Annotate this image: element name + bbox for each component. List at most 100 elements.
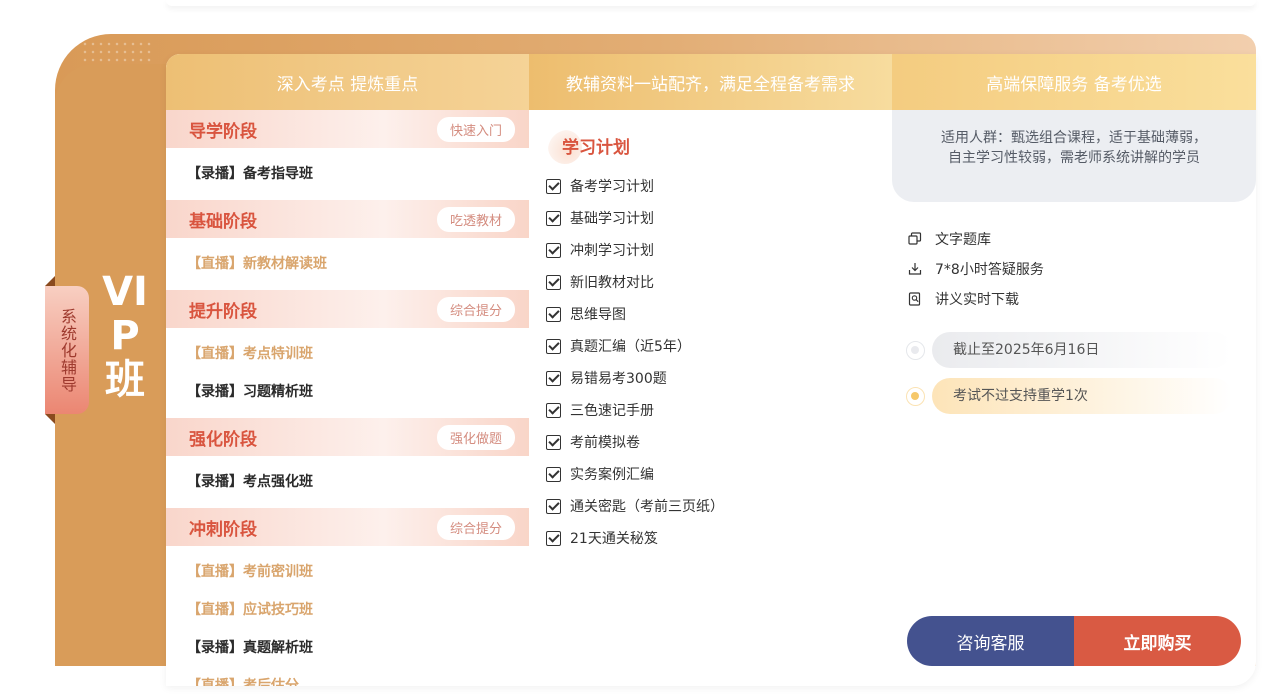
service-column-header: 高端保障服务 备考优选	[892, 54, 1256, 110]
stage-name: 导学阶段	[189, 121, 257, 142]
system-tutoring-tag: 系统化辅导	[45, 286, 89, 414]
materials-column-title: 教辅资料一站配齐，满足全程备考需求	[566, 74, 855, 95]
stage-header: 基础阶段 吃透教材	[166, 200, 529, 238]
service-item: 7*8小时答疑服务	[908, 254, 1256, 284]
checklist-item: 备考学习计划	[546, 170, 718, 202]
package-panel: 深入考点 提炼重点 导学阶段 快速入门【录播】备考指导班【直播】入门直播班基础阶段…	[166, 54, 1256, 686]
recorded-course-link[interactable]: 【录播】考点强化班	[187, 463, 359, 501]
checkbox-checked-icon	[546, 242, 561, 258]
checklist-item-label: 实务案例汇编	[570, 467, 654, 483]
recorded-course-link[interactable]: 【录播】习题精析班	[187, 373, 359, 411]
checklist-item: 易错易考300题	[546, 362, 718, 394]
checklist-item-label: 新旧教材对比	[570, 275, 654, 291]
live-course-link[interactable]: 【直播】考点特训班	[187, 335, 359, 373]
checklist-item: 真题汇编（近5年）	[546, 330, 886, 362]
materials-column: 教辅资料一站配齐，满足全程备考需求 学习计划 备考学习计划基础学习计划 冲刺学习计…	[529, 54, 892, 686]
recorded-course-link[interactable]: 【录播】备考指导班	[187, 155, 359, 193]
live-course-link[interactable]: 【直播】新教材解读班	[187, 245, 359, 283]
checklist-item-label: 21天通关秘笈	[570, 531, 658, 547]
stage-course-list: 【直播】考前密训班 【直播】应试技巧班 【录播】真题解析班 【直播】考后估分	[166, 546, 529, 686]
target-audience-text: 适用人群：甄选组合课程，适于基础薄弱，自主学习性较弱，需老师系统讲解的学员	[941, 130, 1207, 166]
study-plan-heading: 学习计划	[548, 130, 892, 164]
checklist-item-label: 三色速记手册	[570, 403, 654, 419]
service-item-label: 讲义实时下载	[935, 292, 1019, 308]
checkbox-checked-icon	[546, 434, 561, 450]
checklist-item: 思维导图	[546, 298, 886, 330]
stage-header: 冲刺阶段 综合提分	[166, 508, 529, 546]
retake-pill: 考试不过支持重学1次	[932, 378, 1232, 414]
checklist-item: 冲刺学习计划	[546, 234, 718, 266]
stage-tag: 强化做题	[436, 424, 515, 450]
deadline-dot-icon	[906, 341, 925, 360]
target-audience-box: 适用人群：甄选组合课程，适于基础薄弱，自主学习性较弱，需老师系统讲解的学员	[892, 110, 1256, 202]
stage-course-list: 【直播】新教材解读班【录播】教材精讲班	[166, 238, 529, 310]
service-column-title: 高端保障服务 备考优选	[986, 74, 1162, 95]
checklist-item-label: 基础学习计划	[570, 211, 654, 227]
stage-header: 导学阶段 快速入门	[166, 110, 529, 148]
study-plan-checklist: 备考学习计划基础学习计划 冲刺学习计划 新旧教材对比 思维导图真题汇编（近5年） 易错易…	[546, 170, 886, 554]
buy-now-button[interactable]: 立即购买	[1074, 616, 1241, 666]
stage-course-list: 【录播】考点强化班【直播】阶段测试班	[166, 456, 529, 528]
service-item: 讲义实时下载	[908, 284, 1256, 314]
stage-tag: 综合提分	[436, 296, 515, 322]
checklist-item: 通关密匙（考前三页纸）	[546, 490, 886, 522]
deadline-pill: 截止至2025年6月16日	[932, 332, 1232, 368]
stage-course-list: 【录播】备考指导班【直播】入门直播班	[166, 148, 529, 220]
study-plan-title: 学习计划	[562, 138, 630, 158]
checklist-item: 三色速记手册	[546, 394, 718, 426]
system-tutoring-label: 系统化辅导	[58, 307, 77, 393]
checklist-item-label: 冲刺学习计划	[570, 243, 654, 259]
tag-fold-bottom	[45, 414, 55, 424]
tag-fold-top	[45, 276, 55, 286]
stages-column-title: 深入考点 提炼重点	[276, 74, 419, 95]
checkbox-checked-icon	[546, 498, 561, 514]
retake-notice: 考试不过支持重学1次	[906, 378, 1256, 414]
stage-course-list: 【直播】考点特训班【录播】习题精析班【录播】案例专项班	[166, 328, 529, 438]
stage-header: 强化阶段 强化做题	[166, 418, 529, 456]
consult-service-button[interactable]: 咨询客服	[907, 616, 1074, 666]
checklist-item: 新旧教材对比	[546, 266, 718, 298]
copy-icon	[908, 232, 922, 246]
stage-name: 强化阶段	[189, 429, 257, 450]
checklist-item-label: 思维导图	[570, 307, 626, 323]
stage-header: 提升阶段 综合提分	[166, 290, 529, 328]
stages-column-header: 深入考点 提炼重点	[166, 54, 529, 110]
checklist-item-label: 真题汇编（近5年）	[570, 339, 691, 355]
checkbox-checked-icon	[546, 338, 561, 354]
live-course-link[interactable]: 【直播】考前密训班	[187, 553, 359, 591]
materials-column-header: 教辅资料一站配齐，满足全程备考需求	[529, 54, 892, 110]
service-list: 文字题库 7*8小时答疑服务 讲义实时下载	[908, 224, 1256, 314]
checkbox-checked-icon	[546, 466, 561, 482]
recorded-course-link[interactable]: 【录播】真题解析班	[187, 629, 359, 667]
checklist-item: 考前模拟卷	[546, 426, 718, 458]
checklist-item: 实务案例汇编	[546, 458, 718, 490]
stage-block: 基础阶段 吃透教材【直播】新教材解读班【录播】教材精讲班	[166, 200, 529, 310]
service-item: 文字题库	[908, 224, 1256, 254]
checklist-item: 基础学习计划	[546, 202, 718, 234]
live-course-link[interactable]: 【直播】考后估分	[187, 667, 359, 686]
checkbox-checked-icon	[546, 178, 561, 194]
stage-tag: 快速入门	[436, 116, 515, 142]
stage-tag: 综合提分	[436, 514, 515, 540]
document-search-icon	[908, 292, 922, 306]
vip-package-card: 系统化辅导 VIP班 深入考点 提炼重点 导学阶段 快速入门【录播】备考指导班【直…	[45, 34, 1256, 694]
live-course-link[interactable]: 【直播】应试技巧班	[187, 591, 359, 629]
stage-list: 导学阶段 快速入门【录播】备考指导班【直播】入门直播班基础阶段 吃透教材【直播】新教…	[166, 110, 529, 686]
stage-name: 提升阶段	[189, 301, 257, 322]
stages-column: 深入考点 提炼重点 导学阶段 快速入门【录播】备考指导班【直播】入门直播班基础阶段…	[166, 54, 529, 686]
checkbox-checked-icon	[546, 210, 561, 226]
checklist-item: 21天通关秘笈	[546, 522, 886, 554]
checklist-item-label: 考前模拟卷	[570, 435, 640, 451]
stage-block: 冲刺阶段 综合提分【直播】考前密训班 【直播】应试技巧班 【录播】真题解析班 【直播】考…	[166, 508, 529, 686]
stage-block: 提升阶段 综合提分【直播】考点特训班【录播】习题精析班【录播】案例专项班	[166, 290, 529, 438]
checkbox-checked-icon	[546, 402, 561, 418]
stage-name: 冲刺阶段	[189, 519, 257, 540]
download-icon	[908, 262, 922, 276]
stage-block: 强化阶段 强化做题【录播】考点强化班【直播】阶段测试班	[166, 418, 529, 528]
action-buttons: 咨询客服 立即购买	[907, 616, 1241, 666]
checkbox-checked-icon	[546, 370, 561, 386]
stage-name: 基础阶段	[189, 211, 257, 232]
service-item-label: 7*8小时答疑服务	[935, 262, 1044, 278]
retake-dot-icon	[906, 387, 925, 406]
deadline-notice: 截止至2025年6月16日	[906, 332, 1256, 368]
